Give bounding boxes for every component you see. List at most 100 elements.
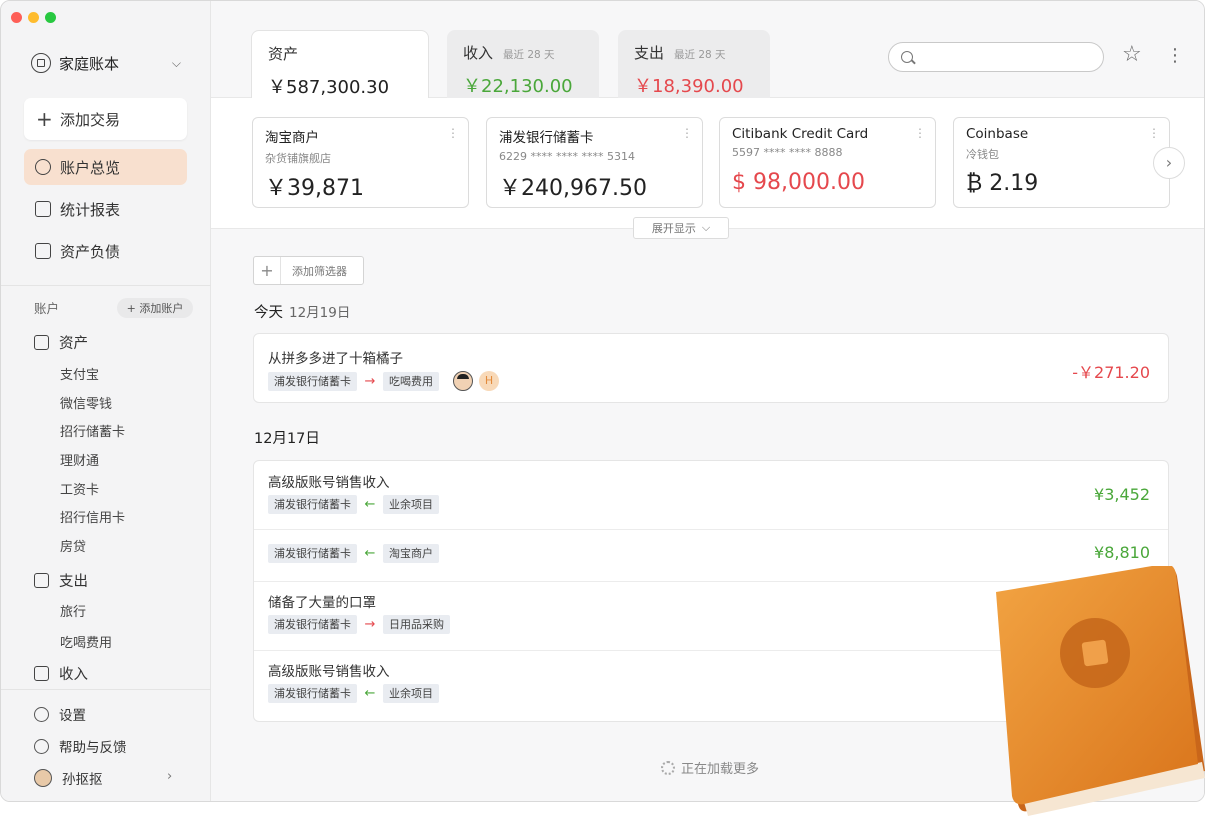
accounts-heading: 账户 [34, 301, 60, 316]
add-transaction-label: 添加交易 [60, 110, 121, 129]
avatar [34, 769, 52, 787]
account-item[interactable]: 旅行 [60, 601, 86, 620]
account-card-name: Coinbase [966, 126, 1029, 142]
balance-sheet-icon [35, 243, 51, 259]
account-card-balance: ￥39,871 [265, 176, 364, 201]
tab-income-label: 收入 [463, 44, 494, 62]
account-card-name: 浦发银行储蓄卡 [499, 130, 594, 146]
summary-bar: 资产 ￥587,300.30 收入 最近 28 天 ￥22,130.00 支出 … [211, 1, 1204, 99]
transaction-to[interactable]: 业余项目 [383, 495, 439, 514]
transaction-from[interactable]: 浦发银行储蓄卡 [268, 684, 357, 703]
tab-income-value: ￥22,130.00 [463, 76, 573, 97]
expand-label: 展开显示 [651, 222, 696, 235]
nav-reports-label: 统计报表 [60, 200, 121, 219]
loading-label: 正在加载更多 [681, 762, 760, 777]
chevron-down-icon: ⌵ [701, 221, 711, 234]
tab-income[interactable]: 收入 最近 28 天 ￥22,130.00 [447, 30, 599, 98]
account-item[interactable]: 支付宝 [60, 364, 99, 383]
account-item[interactable]: 吃喝费用 [60, 632, 112, 651]
user-item[interactable]: 孙抠抠 [34, 768, 103, 788]
arrow-right-icon: → [364, 617, 376, 632]
nav-overview-label: 账户总览 [60, 158, 121, 177]
more-icon[interactable]: ⋮ [914, 126, 926, 140]
spinner-icon [661, 760, 675, 775]
income-icon [34, 666, 49, 681]
arrow-left-icon: ← [364, 497, 376, 512]
sidebar: 家庭账本 ⌵ + 添加交易 账户总览 统计报表 资产负债 账户 + 添加账户 资… [1, 1, 211, 801]
chevron-right-icon[interactable]: › [1153, 147, 1185, 179]
minimize-window-button[interactable] [28, 12, 39, 23]
transaction-title: 高级版账号销售收入 [268, 475, 390, 491]
plus-icon: + [36, 107, 53, 131]
account-card[interactable]: 淘宝商户 杂货铺旗舰店 ￥39,871 ⋮ [252, 117, 469, 208]
gear-icon [34, 706, 49, 722]
transaction-tags: 浦发银行储蓄卡 ← 业余项目 [268, 684, 439, 703]
account-item[interactable]: 工资卡 [60, 479, 99, 498]
transaction-tags: 浦发银行储蓄卡 ← 淘宝商户 [268, 544, 439, 563]
transaction-row[interactable]: 从拼多多进了十箱橘子 浦发银行储蓄卡 → 吃喝费用 H -￥271.20 [254, 334, 1168, 402]
help-icon [34, 738, 49, 754]
transaction-list: 从拼多多进了十箱橘子 浦发银行储蓄卡 → 吃喝费用 H -￥271.20 [253, 333, 1169, 403]
chevron-right-icon: › [167, 769, 173, 784]
more-icon[interactable]: ⋮ [1166, 45, 1184, 67]
add-account-button[interactable]: + 添加账户 [117, 298, 193, 318]
group-income-label: 收入 [59, 667, 88, 683]
nav-balance-sheet[interactable]: 资产负债 [24, 233, 187, 269]
nav-reports[interactable]: 统计报表 [24, 191, 187, 227]
transaction-from[interactable]: 浦发银行储蓄卡 [268, 544, 357, 563]
star-icon[interactable]: ☆ [1122, 43, 1142, 67]
more-icon[interactable]: ⋮ [681, 126, 693, 140]
settings-item[interactable]: 设置 [34, 704, 86, 724]
avatar: H [479, 371, 499, 391]
settings-label: 设置 [59, 708, 86, 724]
transaction-to[interactable]: 淘宝商户 [383, 544, 439, 563]
account-item[interactable]: 微信零钱 [60, 393, 112, 412]
account-card[interactable]: 浦发银行储蓄卡 6229 **** **** **** 5314 ￥240,96… [486, 117, 703, 208]
sidebar-divider [1, 689, 211, 690]
group-income[interactable]: 收入 [34, 663, 88, 684]
add-transaction-button[interactable]: + 添加交易 [24, 98, 187, 140]
account-item[interactable]: 招行储蓄卡 [60, 421, 125, 440]
transaction-to[interactable]: 吃喝费用 [383, 371, 439, 391]
transaction-from[interactable]: 浦发银行储蓄卡 [268, 615, 357, 634]
arrow-right-icon: → [364, 373, 376, 389]
transaction-from[interactable]: 浦发银行储蓄卡 [268, 371, 357, 391]
account-item[interactable]: 招行信用卡 [60, 507, 125, 526]
more-icon[interactable]: ⋮ [447, 126, 459, 140]
nav-balance-sheet-label: 资产负债 [60, 242, 121, 261]
account-card[interactable]: Citibank Credit Card 5597 **** **** 8888… [719, 117, 936, 208]
account-item[interactable]: 理财通 [60, 450, 99, 469]
tab-assets[interactable]: 资产 ￥587,300.30 [251, 30, 429, 99]
ledger-switcher[interactable]: 家庭账本 ⌵ [31, 51, 181, 75]
tab-expenses-value: ￥18,390.00 [634, 76, 744, 97]
zoom-window-button[interactable] [45, 12, 56, 23]
tab-expenses[interactable]: 支出 最近 28 天 ￥18,390.00 [618, 30, 770, 98]
account-card-sub: 杂货铺旗舰店 [265, 152, 331, 165]
group-assets[interactable]: 资产 [34, 332, 88, 353]
plus-icon: + [254, 257, 281, 284]
search-input[interactable] [888, 42, 1104, 72]
transaction-row[interactable]: 高级版账号销售收入 浦发银行储蓄卡 ← 业余项目 ¥3,452 [254, 461, 1168, 529]
account-card[interactable]: Coinbase 冷钱包 ₿ 2.19 ⋮ [953, 117, 1170, 208]
expand-button[interactable]: 展开显示 ⌵ [633, 217, 729, 239]
day-header: 12月17日 [254, 427, 320, 448]
transaction-amount: ¥8,810 [1094, 543, 1150, 562]
transaction-title: 储备了大量的口罩 [268, 595, 376, 611]
day-label: 今天 [254, 305, 283, 321]
transaction-from[interactable]: 浦发银行储蓄卡 [268, 495, 357, 514]
account-item[interactable]: 房贷 [60, 536, 86, 555]
help-label: 帮助与反馈 [59, 740, 127, 756]
group-expenses[interactable]: 支出 [34, 570, 88, 591]
dashboard-icon [35, 159, 51, 175]
transaction-to[interactable]: 日用品采购 [383, 615, 450, 634]
transaction-title: 高级版账号销售收入 [268, 664, 390, 680]
add-filter-button[interactable]: + 添加筛选器 [253, 256, 364, 285]
arrow-left-icon: ← [364, 546, 376, 561]
transaction-tags: 浦发银行储蓄卡 ← 业余项目 [268, 495, 439, 514]
more-icon[interactable]: ⋮ [1148, 126, 1160, 140]
transaction-to[interactable]: 业余项目 [383, 684, 439, 703]
nav-overview[interactable]: 账户总览 [24, 149, 187, 185]
group-expenses-label: 支出 [59, 574, 88, 590]
help-item[interactable]: 帮助与反馈 [34, 736, 127, 756]
close-window-button[interactable] [11, 12, 22, 23]
